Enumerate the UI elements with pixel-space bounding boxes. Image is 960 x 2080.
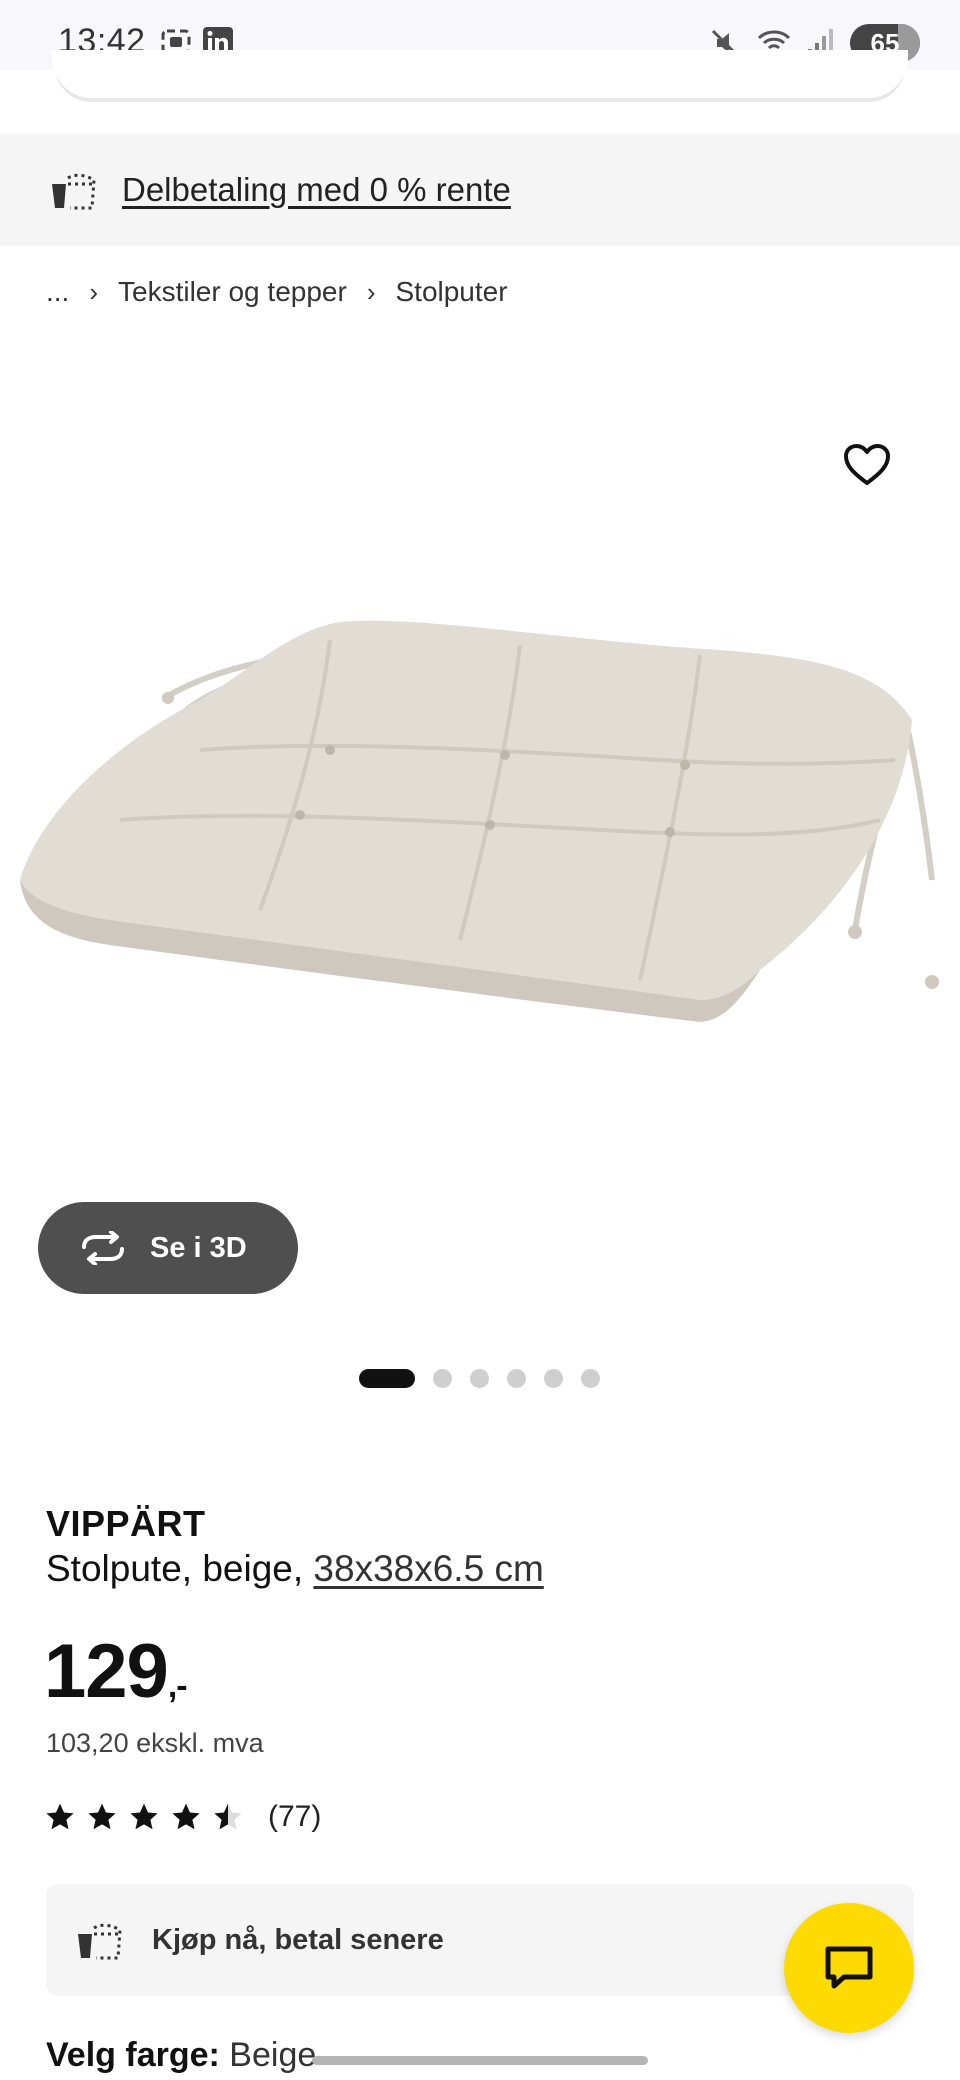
product-description: Stolpute, beige, 38x38x6.5 cm	[46, 1548, 544, 1590]
price-excl-vat: 103,20 ekskl. mva	[46, 1728, 264, 1758]
home-indicator[interactable]	[312, 2056, 648, 2065]
favorite-button[interactable]	[842, 442, 892, 488]
view-3d-label: Se i 3D	[150, 1231, 247, 1264]
product-name: VIPPÄRT	[46, 1503, 206, 1544]
color-value: Beige	[229, 2036, 317, 2074]
color-selector[interactable]: Velg farge: Beige	[46, 2036, 316, 2075]
product-type: Stolpute, beige,	[46, 1548, 314, 1589]
gallery-dot-6[interactable]	[581, 1369, 600, 1388]
star-icon	[172, 1803, 200, 1830]
product-rating[interactable]: (77)	[44, 1800, 321, 1834]
cushion-image	[20, 620, 939, 1022]
heart-icon	[844, 444, 890, 485]
gallery-dot-4[interactable]	[507, 1369, 526, 1388]
breadcrumb-item-ellipsis[interactable]: ...	[46, 276, 69, 308]
star-icon	[130, 1803, 158, 1830]
product-size-link[interactable]: 38x38x6.5 cm	[313, 1548, 543, 1589]
product-price: 129,-	[44, 1628, 188, 1715]
search-bar[interactable]	[52, 50, 908, 98]
gallery-pagination	[359, 1369, 600, 1388]
gallery-dot-5[interactable]	[544, 1369, 563, 1388]
promo-installment-link[interactable]: Delbetaling med 0 % rente	[122, 171, 511, 209]
rotate-3d-icon	[82, 1231, 124, 1265]
gallery-dot-1[interactable]	[359, 1369, 415, 1388]
chevron-right-icon: ›	[89, 276, 99, 307]
gallery-dot-3[interactable]	[470, 1369, 489, 1388]
promo-bar: Delbetaling med 0 % rente	[0, 134, 960, 246]
installment-icon	[78, 1923, 122, 1960]
bnpl-label: Kjøp nå, betal senere	[152, 1923, 444, 1956]
buy-now-pay-later-card[interactable]: Kjøp nå, betal senere	[46, 1884, 914, 1996]
star-half-icon	[214, 1803, 242, 1830]
breadcrumb-item-textiles[interactable]: Tekstiler og tepper	[118, 276, 347, 308]
gallery-dot-2[interactable]	[433, 1369, 452, 1388]
chat-button[interactable]	[784, 1903, 914, 2033]
chat-icon	[825, 1946, 873, 1989]
installment-icon	[52, 173, 96, 210]
star-icon	[88, 1803, 116, 1830]
chevron-right-icon: ›	[366, 276, 376, 307]
price-suffix: ,-	[167, 1667, 188, 1705]
product-image[interactable]	[0, 560, 960, 1120]
view-3d-button[interactable]: Se i 3D	[38, 1202, 298, 1294]
rating-stars	[44, 1801, 244, 1833]
star-icon	[46, 1803, 74, 1830]
price-value: 129	[44, 1629, 169, 1714]
breadcrumb-item-chair-cushions[interactable]: Stolputer	[395, 276, 507, 308]
review-count: (77)	[268, 1800, 322, 1833]
color-label: Velg farge:	[46, 2036, 220, 2074]
breadcrumb: ... › Tekstiler og tepper › Stolputer	[46, 276, 508, 308]
